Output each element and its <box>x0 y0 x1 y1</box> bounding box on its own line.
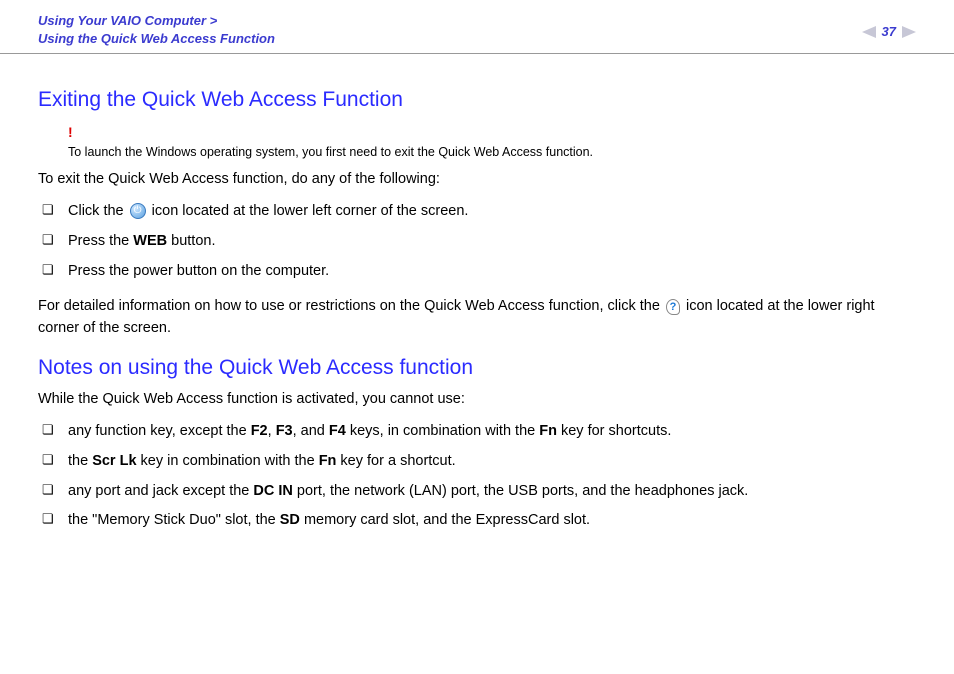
page-content: Exiting the Quick Web Access Function ! … <box>0 54 954 536</box>
text-fragment: , and <box>293 423 329 439</box>
breadcrumb-line-2: Using the Quick Web Access Function <box>38 31 275 46</box>
list-item: Press the WEB button. <box>38 227 916 257</box>
text-fragment: Press the power button on the computer. <box>68 263 329 279</box>
text-fragment: any function key, except the <box>68 423 251 439</box>
page-navigator: 37 <box>862 24 916 39</box>
list-item: Press the power button on the computer. <box>38 257 916 287</box>
help-icon <box>666 299 680 315</box>
bold-text: WEB <box>133 233 167 249</box>
text-fragment: the "Memory Stick Duo" slot, the <box>68 512 280 528</box>
text-fragment: the <box>68 453 92 469</box>
page-number: 37 <box>882 24 896 39</box>
next-page-arrow-icon[interactable] <box>902 26 916 38</box>
text-fragment: , <box>268 423 276 439</box>
section-heading-notes: Notes on using the Quick Web Access func… <box>38 352 916 384</box>
notes-list: any function key, except the F2, F3, and… <box>38 417 916 536</box>
text-fragment: key for shortcuts. <box>557 423 671 439</box>
page-header: Using Your VAIO Computer > Using the Qui… <box>0 0 954 54</box>
text-fragment: key in combination with the <box>137 453 319 469</box>
notes-intro-text: While the Quick Web Access function is a… <box>38 389 916 411</box>
list-item: any port and jack except the DC IN port,… <box>38 477 916 507</box>
prev-page-arrow-icon[interactable] <box>862 26 876 38</box>
exit-intro-text: To exit the Quick Web Access function, d… <box>38 169 916 191</box>
section-heading-exiting: Exiting the Quick Web Access Function <box>38 84 916 116</box>
text-fragment: Click the <box>68 203 128 219</box>
list-item: Click the icon located at the lower left… <box>38 197 916 227</box>
breadcrumb-line-1: Using Your VAIO Computer > <box>38 13 217 28</box>
text-fragment: icon located at the lower left corner of… <box>152 203 469 219</box>
text-fragment: key for a shortcut. <box>336 453 455 469</box>
text-fragment: keys, in combination with the <box>346 423 539 439</box>
breadcrumb: Using Your VAIO Computer > Using the Qui… <box>38 12 916 47</box>
power-icon <box>130 203 146 219</box>
text-fragment: button. <box>167 233 215 249</box>
list-item: any function key, except the F2, F3, and… <box>38 417 916 447</box>
bold-text: DC IN <box>253 483 292 499</box>
text-fragment: memory card slot, and the ExpressCard sl… <box>300 512 590 528</box>
bold-text: Scr Lk <box>92 453 136 469</box>
text-fragment: Press the <box>68 233 133 249</box>
bold-text: F3 <box>276 423 293 439</box>
bold-text: Fn <box>319 453 337 469</box>
bold-text: F4 <box>329 423 346 439</box>
text-fragment: any port and jack except the <box>68 483 253 499</box>
text-fragment: port, the network (LAN) port, the USB po… <box>293 483 748 499</box>
bold-text: Fn <box>539 423 557 439</box>
list-item: the Scr Lk key in combination with the F… <box>38 447 916 477</box>
text-fragment: For detailed information on how to use o… <box>38 298 664 314</box>
followup-text: For detailed information on how to use o… <box>38 296 916 340</box>
alert-text: To launch the Windows operating system, … <box>68 145 593 159</box>
bold-text: F2 <box>251 423 268 439</box>
exit-steps-list: Click the icon located at the lower left… <box>38 197 916 286</box>
alert-note: ! To launch the Windows operating system… <box>68 122 916 162</box>
alert-exclamation-icon: ! <box>68 122 916 143</box>
list-item: the "Memory Stick Duo" slot, the SD memo… <box>38 506 916 536</box>
bold-text: SD <box>280 512 300 528</box>
